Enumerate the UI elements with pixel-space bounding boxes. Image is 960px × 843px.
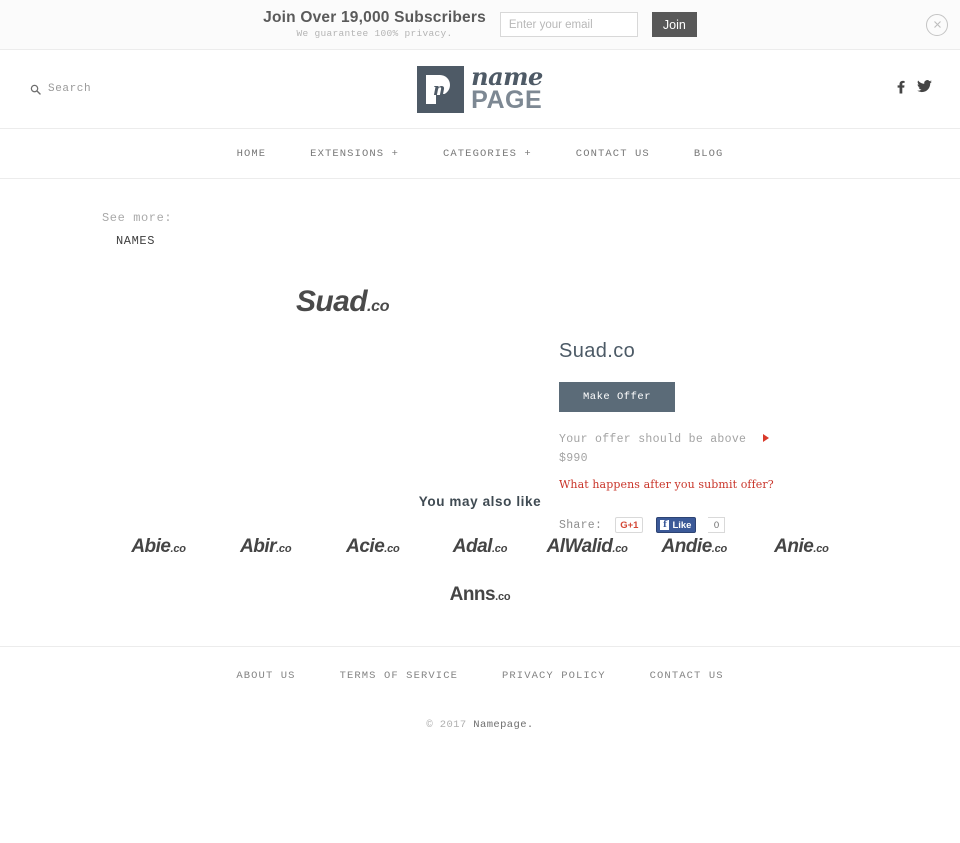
svg-text:n: n [433, 80, 445, 100]
related-item-name: Abir [240, 536, 277, 558]
related-item[interactable]: Anie.co [748, 536, 855, 558]
join-button[interactable]: Join [651, 12, 697, 37]
facebook-glyph [897, 80, 905, 93]
footer-nav: ABOUT US TERMS OF SERVICE PRIVACY POLICY… [0, 647, 960, 705]
related-item[interactable]: Adal.co [426, 536, 533, 558]
share-row: Share: G+1 f Like 0 [559, 517, 859, 534]
product-art-name: Suad [296, 285, 368, 319]
footer-link-terms-of-service[interactable]: TERMS OF SERVICE [340, 670, 458, 682]
footer-link-contact-us[interactable]: CONTACT US [650, 670, 724, 682]
related-item[interactable]: Acie.co [319, 536, 426, 558]
logo-n-glyph: n [426, 74, 451, 104]
make-offer-button[interactable]: Make Offer [559, 382, 675, 413]
related-item[interactable]: AlWalid.co [534, 536, 641, 558]
product-art-tld: .co [366, 298, 390, 316]
related-item[interactable]: Anns.co [426, 584, 533, 606]
related-item-tld: .co [170, 543, 187, 556]
related-item-tld: .co [384, 543, 400, 556]
related-item-name: Acie [346, 536, 385, 558]
logo-wordmark: name PAGE [471, 65, 543, 114]
main-nav: HOME EXTENSIONS + CATEGORIES + CONTACT U… [0, 128, 960, 179]
copyright-brand: Namepage. [473, 719, 534, 732]
close-circle-icon[interactable] [926, 13, 948, 36]
related-item-name: Anie [774, 536, 814, 558]
product-section: Suad.co Suad.co Make Offer Your offer sh… [0, 252, 960, 534]
related-item-tld: .co [276, 543, 292, 556]
twitter-icon[interactable] [917, 80, 932, 98]
email-field[interactable] [499, 12, 638, 37]
nav-item-categories[interactable]: CATEGORIES + [443, 148, 532, 160]
product-logo-art: Suad.co [296, 285, 389, 319]
twitter-glyph [917, 80, 932, 93]
logo-mark-icon: n [417, 65, 465, 113]
related-item-tld: .co [612, 543, 628, 556]
subscribe-subline: We guarantee 100% privacy. [296, 27, 453, 39]
offer-note: Your offer should be above $990 What hap… [559, 431, 774, 496]
arrow-right-icon [763, 434, 769, 443]
related-item-tld: .co [495, 591, 511, 604]
related-item[interactable]: Andie.co [641, 536, 748, 558]
subscribe-headline: Join Over 19,000 Subscribers [263, 9, 486, 27]
product-details: Suad.co Make Offer Your offer should be … [559, 340, 859, 534]
close-x-glyph [933, 21, 941, 28]
related-products-grid: Abie.co Abir.co Acie.co Adal.co AlWalid.… [0, 536, 960, 606]
search-icon [30, 84, 41, 95]
social-links [895, 80, 932, 99]
site-header: Search n name PAGE [0, 50, 960, 128]
related-item-name: Abie [131, 536, 171, 558]
facebook-f-icon: f [660, 520, 670, 531]
search-button[interactable]: Search [30, 83, 91, 95]
copyright: © 2017 Namepage. [0, 705, 960, 731]
breadcrumb: See more: NAMES [0, 179, 960, 252]
facebook-icon[interactable] [895, 80, 906, 99]
offer-minimum-price: $990 [559, 452, 588, 466]
facebook-like-label: Like [672, 519, 692, 531]
nav-item-extensions[interactable]: EXTENSIONS + [310, 148, 399, 160]
related-item-tld: .co [711, 543, 728, 556]
footer-link-about-us[interactable]: ABOUT US [236, 670, 295, 682]
logo-page-text: PAGE [471, 85, 543, 114]
facebook-like-button[interactable]: f Like [656, 517, 697, 534]
related-item-name: Adal [452, 536, 493, 558]
see-more-label: See more: [102, 211, 173, 225]
facebook-like-count: 0 [708, 517, 726, 534]
breadcrumb-category-names[interactable]: NAMES [116, 232, 155, 251]
related-item-name: AlWalid [546, 536, 613, 558]
footer-link-privacy-policy[interactable]: PRIVACY POLICY [502, 670, 606, 682]
google-plus-share-button[interactable]: G+1 [615, 517, 644, 534]
copyright-prefix: © 2017 [426, 719, 474, 732]
offer-info-link[interactable]: What happens after you submit offer? [559, 476, 774, 494]
related-item-name: Andie [661, 536, 712, 558]
related-item[interactable]: Abie.co [105, 536, 212, 558]
nav-item-home[interactable]: HOME [237, 148, 267, 160]
nav-item-contact-us[interactable]: CONTACT US [576, 148, 650, 160]
related-item-tld: .co [813, 543, 829, 556]
page-title: Suad.co [559, 340, 636, 363]
subscribe-bar: Join Over 19,000 Subscribers We guarante… [0, 0, 960, 50]
site-logo[interactable]: n name PAGE [417, 65, 543, 114]
related-item-tld: .co [491, 543, 508, 556]
nav-item-blog[interactable]: BLOG [694, 148, 724, 160]
offer-note-text: Your offer should be above [559, 433, 747, 447]
search-label: Search [48, 83, 92, 95]
related-item[interactable]: Abir.co [212, 536, 319, 558]
share-label: Share: [559, 518, 603, 532]
related-item-name: Anns [449, 584, 496, 606]
subscribe-text: Join Over 19,000 Subscribers We guarante… [263, 9, 486, 39]
